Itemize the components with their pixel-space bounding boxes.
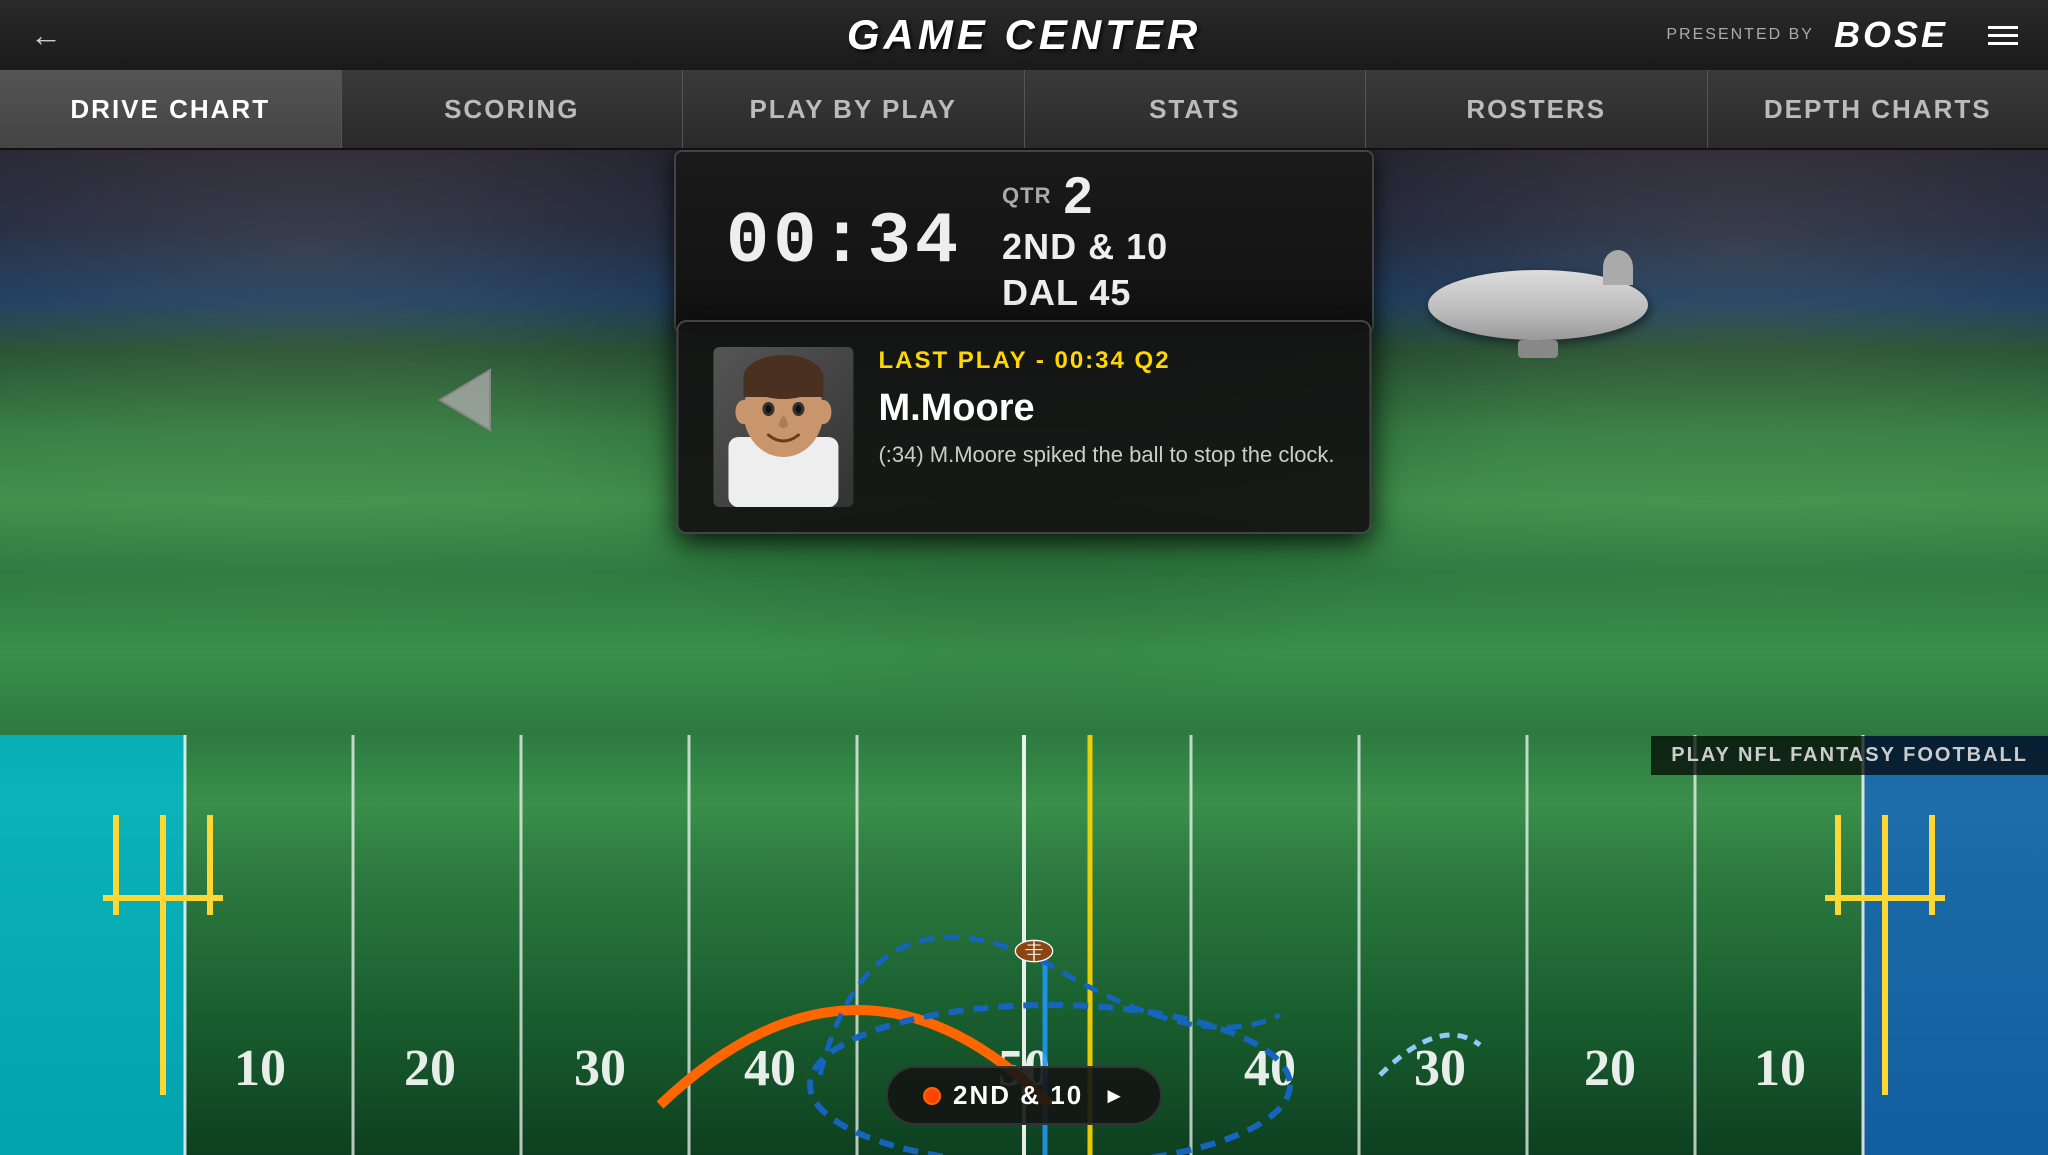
presented-by-label: PRESENTED BY <box>1666 26 1814 44</box>
down-indicator-dot <box>923 1087 941 1105</box>
chevron-left-icon[interactable] <box>420 360 500 459</box>
tab-stats[interactable]: STATS <box>1025 70 1367 148</box>
field-position: DAL 45 <box>1002 272 1168 314</box>
goalpost-left <box>160 815 166 1095</box>
scoreboard: 00:34 QTR 2 2ND & 10 DAL 45 <box>674 150 1374 334</box>
quarter-label: QTR <box>1002 183 1051 209</box>
nav-tabs: DRIVE CHART SCORING PLAY BY PLAY STATS R… <box>0 70 2048 150</box>
svg-text:10: 10 <box>1754 1040 1806 1097</box>
back-button[interactable]: ← <box>30 17 62 54</box>
svg-text:30: 30 <box>574 1040 626 1097</box>
last-play-popup: LAST PLAY - 00:34 Q2 M.Moore (:34) M.Moo… <box>676 320 1371 534</box>
goalpost-right <box>1882 815 1888 1095</box>
down-indicator: 2ND & 10 <box>923 1080 1083 1111</box>
header-bar: ← GAME CENTER PRESENTED BY BOSE <box>0 0 2048 70</box>
menu-icon[interactable] <box>1988 26 2018 45</box>
header-right: PRESENTED BY BOSE <box>1666 14 2018 56</box>
play-description: (:34) M.Moore spiked the ball to stop th… <box>878 440 1334 471</box>
svg-text:30: 30 <box>1414 1040 1466 1097</box>
tab-drive-chart[interactable]: DRIVE CHART <box>0 70 342 148</box>
football <box>1014 937 1054 965</box>
down-distance: 2ND & 10 <box>1002 226 1168 268</box>
tab-play-by-play[interactable]: PLAY BY PLAY <box>683 70 1025 148</box>
blimp <box>1428 270 1648 340</box>
bottom-status-bar: 2ND & 10 ► <box>886 1066 1162 1125</box>
quarter-row: QTR 2 <box>1002 170 1168 222</box>
play-arrow-icon[interactable]: ► <box>1103 1083 1125 1109</box>
down-text: 2ND & 10 <box>953 1080 1083 1111</box>
blimp-fin <box>1603 250 1633 285</box>
bose-logo: BOSE <box>1834 14 1948 56</box>
tab-rosters[interactable]: ROSTERS <box>1366 70 1708 148</box>
header-center: GAME CENTER <box>847 11 1201 59</box>
quarter-number: 2 <box>1064 170 1093 222</box>
fantasy-banner: PLAY NFL FANTASY FOOTBALL <box>1651 736 2048 775</box>
game-info: QTR 2 2ND & 10 DAL 45 <box>1002 170 1168 314</box>
svg-text:20: 20 <box>1584 1040 1636 1097</box>
svg-text:20: 20 <box>404 1040 456 1097</box>
last-play-title: LAST PLAY - 00:34 Q2 <box>878 347 1334 375</box>
player-photo <box>713 347 853 507</box>
tab-scoring[interactable]: SCORING <box>342 70 684 148</box>
blimp-gondola <box>1518 340 1558 358</box>
svg-text:10: 10 <box>234 1040 286 1097</box>
blimp-body <box>1428 270 1648 340</box>
play-info: LAST PLAY - 00:34 Q2 M.Moore (:34) M.Moo… <box>878 347 1334 471</box>
tab-depth-charts[interactable]: DEPTH CHARTS <box>1708 70 2048 148</box>
player-name: M.Moore <box>878 387 1334 430</box>
app-title: GAME CENTER <box>847 11 1201 59</box>
svg-text:40: 40 <box>744 1040 796 1097</box>
game-clock: 00:34 <box>726 201 962 283</box>
